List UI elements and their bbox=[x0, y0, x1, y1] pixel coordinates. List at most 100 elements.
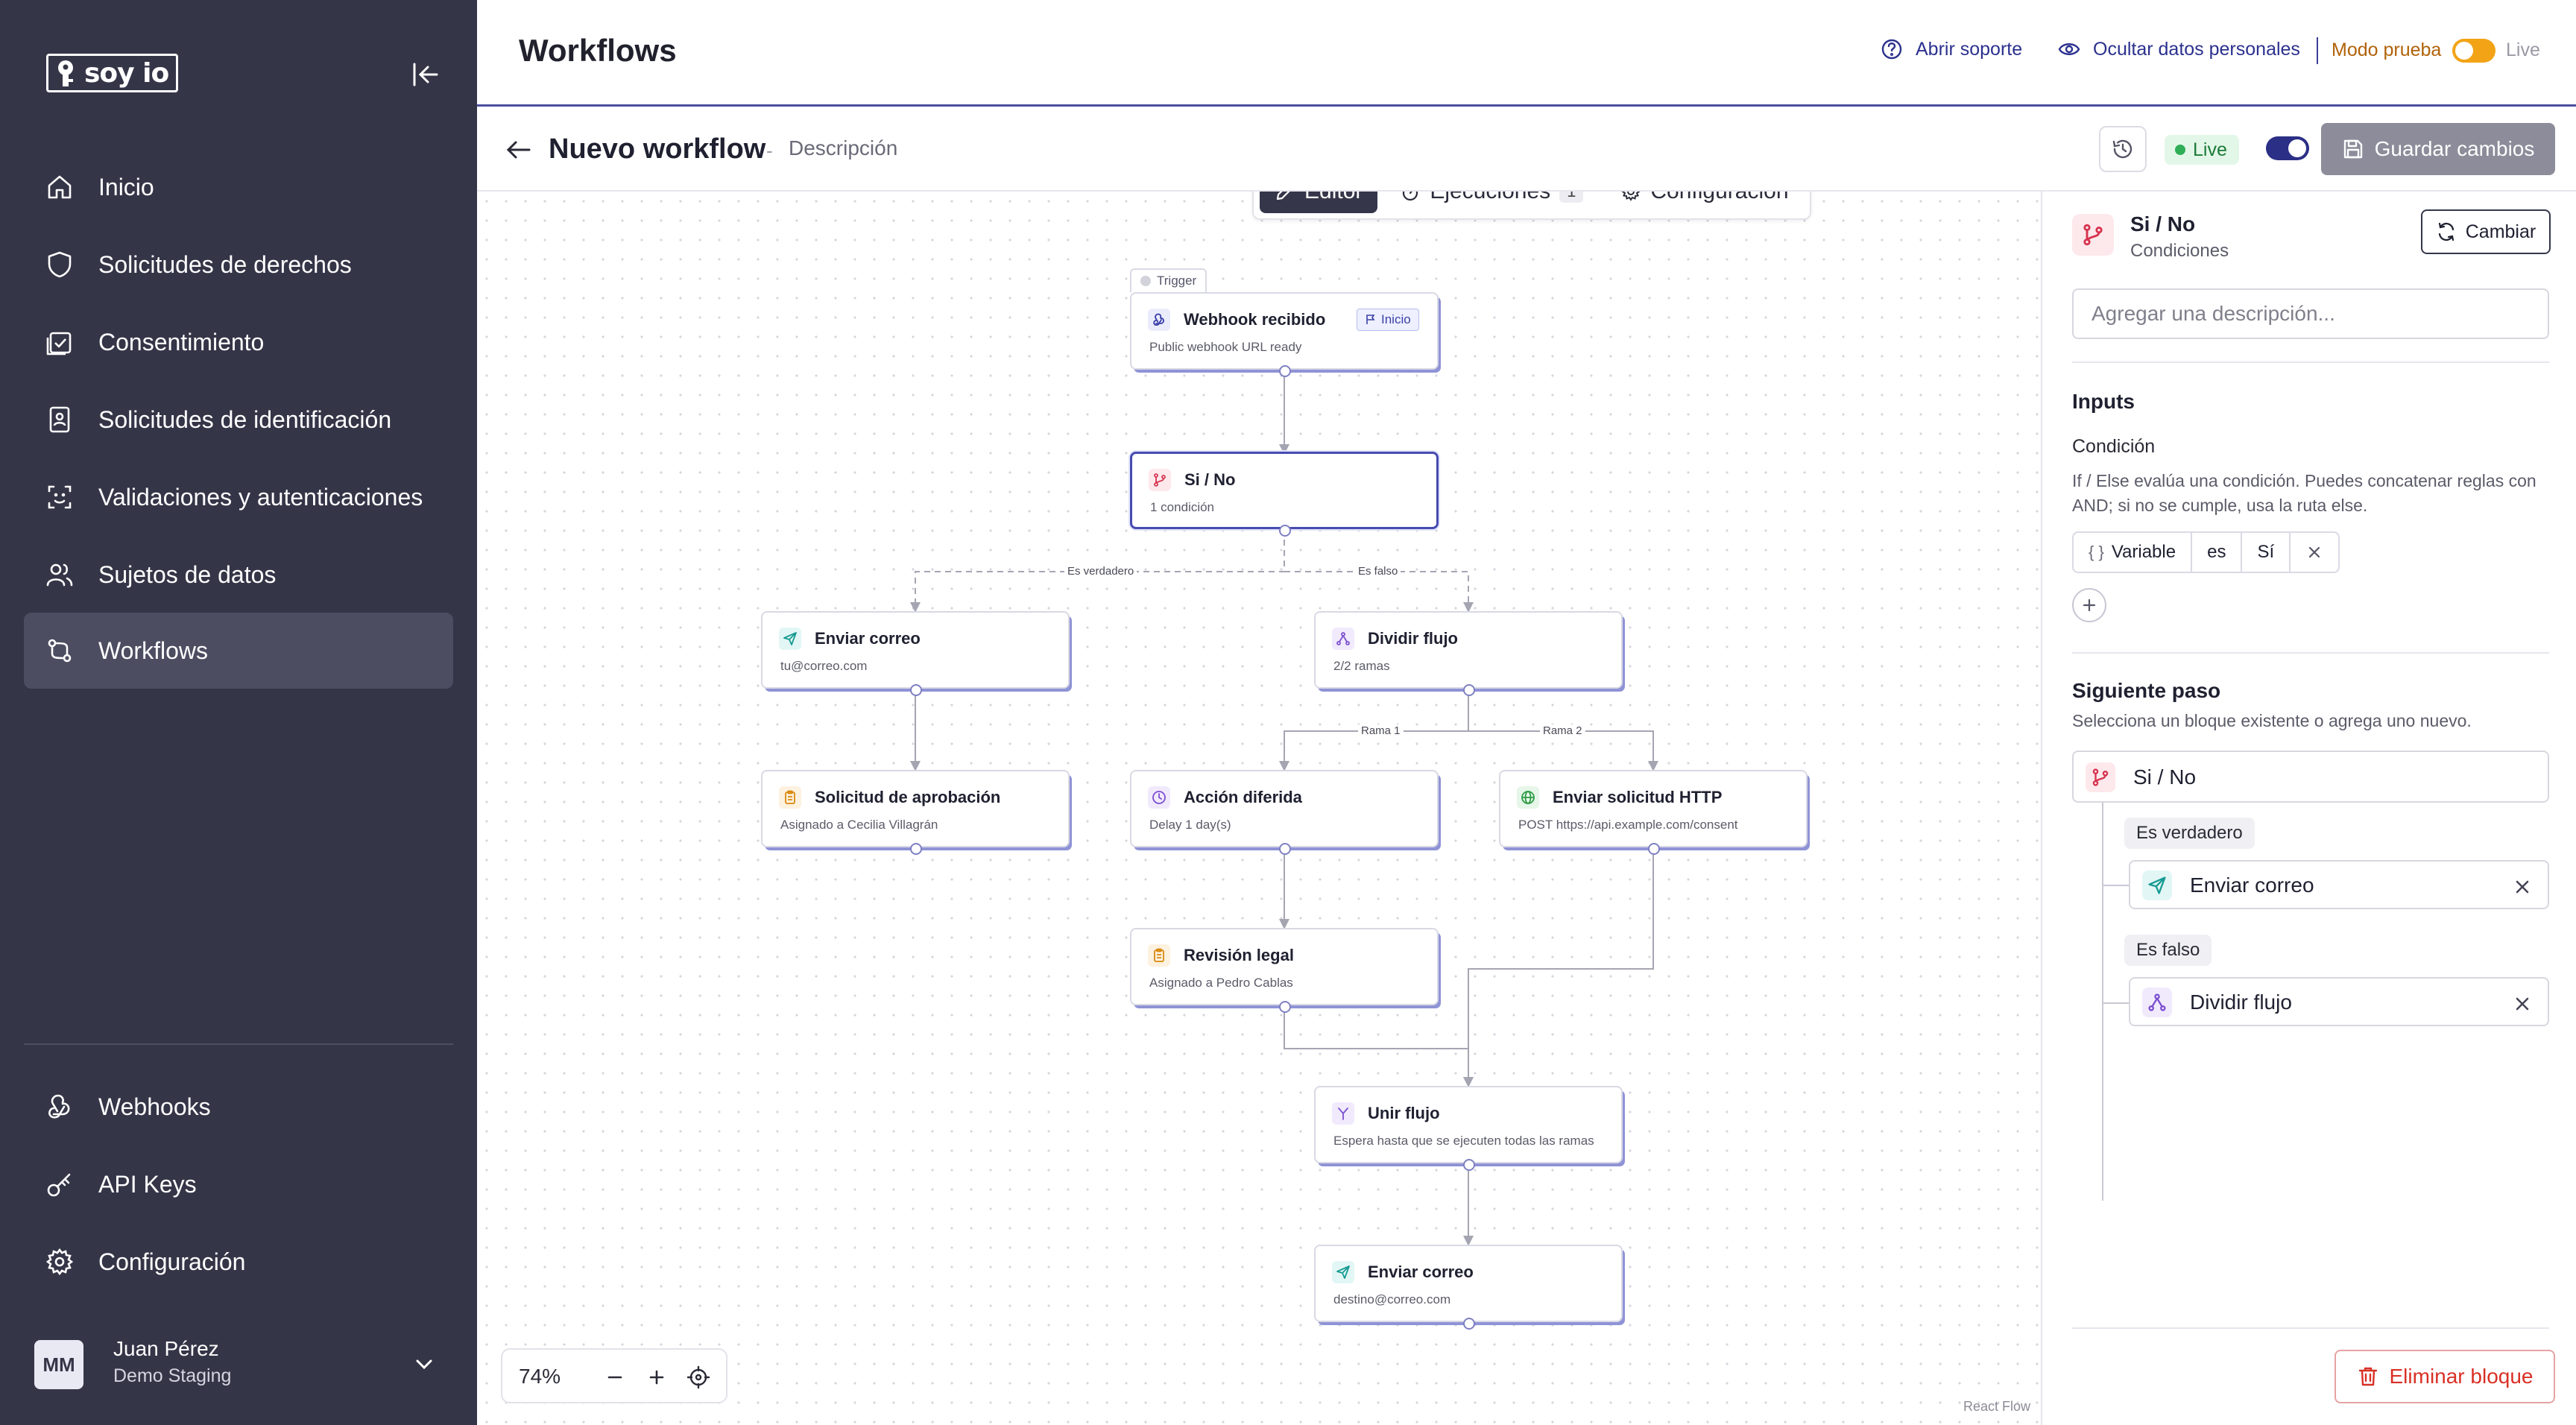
remove-false-step-icon[interactable] bbox=[2512, 993, 2533, 1014]
remove-condition-button[interactable] bbox=[2291, 533, 2338, 572]
current-step-box[interactable]: Si / No bbox=[2072, 751, 2549, 803]
next-step-help: Selecciona un bloque existente o agrega … bbox=[2072, 711, 2472, 730]
close-icon bbox=[2309, 546, 2320, 558]
node-handle-bottom[interactable] bbox=[910, 843, 922, 855]
nav-item-consentimiento[interactable]: Consentimiento bbox=[24, 304, 453, 380]
node-revision-legal[interactable]: Revisión legal Asignado a Pedro Cablas bbox=[1130, 928, 1439, 1013]
node-enviar-correo-destino[interactable]: Enviar correo destino@correo.com bbox=[1314, 1245, 1623, 1330]
condition-variable-select[interactable]: { } Variable bbox=[2074, 533, 2193, 572]
zoom-in-icon[interactable] bbox=[644, 1365, 669, 1390]
hide-personal-data-link[interactable]: Ocultar datos personales bbox=[2057, 37, 2300, 61]
users-icon bbox=[46, 563, 73, 587]
condition-operator-label: es bbox=[2207, 542, 2226, 562]
block-settings-panel: Si / No Condiciones Cambiar Inputs Condi… bbox=[2041, 192, 2576, 1425]
executions-count-badge: 1 bbox=[1559, 192, 1584, 203]
tree-connector bbox=[2102, 885, 2130, 886]
tab-ejecuciones[interactable]: Ejecuciones 1 bbox=[1385, 192, 1598, 213]
react-flow-attribution[interactable]: React Flow bbox=[1963, 1399, 2030, 1415]
node-webhook-recibido[interactable]: Webhook recibido Inicio Public webhook U… bbox=[1130, 292, 1439, 377]
send-icon bbox=[779, 628, 801, 650]
edge-legal-unir bbox=[1284, 1006, 1474, 1087]
change-block-button[interactable]: Cambiar bbox=[2421, 209, 2551, 254]
node-handle-bottom[interactable] bbox=[1279, 525, 1291, 537]
workflow-name[interactable]: Nuevo workflow bbox=[549, 133, 765, 165]
node-handle-bottom[interactable] bbox=[1279, 843, 1291, 855]
nav-item-webhooks[interactable]: Webhooks bbox=[24, 1069, 453, 1145]
node-si-no[interactable]: Si / No 1 condición bbox=[1130, 452, 1439, 537]
pencil-icon bbox=[1276, 192, 1290, 200]
fit-view-icon[interactable] bbox=[686, 1365, 711, 1390]
live-mode-label: Live bbox=[2506, 40, 2540, 60]
nav-item-solicitudes-derechos[interactable]: Solicitudes de derechos bbox=[24, 227, 453, 303]
remove-true-step-icon[interactable] bbox=[2512, 876, 2533, 897]
workflow-description[interactable]: Descripción bbox=[789, 136, 897, 160]
user-name: Juan Pérez bbox=[113, 1337, 219, 1360]
live-dot bbox=[2175, 145, 2185, 155]
chevron-down-icon[interactable] bbox=[411, 1352, 437, 1377]
test-mode-toggle[interactable] bbox=[2452, 39, 2496, 63]
calendar-check-icon bbox=[46, 332, 72, 356]
branch-icon bbox=[2086, 762, 2115, 792]
user-org: Demo Staging bbox=[113, 1365, 232, 1386]
node-accion-diferida[interactable]: Acción diferida Delay 1 day(s) bbox=[1130, 770, 1439, 855]
node-subtitle: Delay 1 day(s) bbox=[1149, 818, 1231, 832]
live-toggle[interactable] bbox=[2266, 136, 2309, 160]
true-branch-step[interactable]: Enviar correo bbox=[2129, 860, 2549, 909]
change-block-label: Cambiar bbox=[2465, 221, 2536, 242]
nav-item-validaciones[interactable]: Validaciones y autenticaciones bbox=[24, 459, 453, 535]
user-menu[interactable]: MM Juan Pérez Demo Staging bbox=[34, 1333, 443, 1400]
node-unir-flujo[interactable]: Unir flujo Espera hasta que se ejecuten … bbox=[1314, 1086, 1623, 1171]
topbar: Workflows Abrir soporte Ocultar datos pe… bbox=[477, 0, 2576, 107]
node-enviar-solicitud-http[interactable]: Enviar solicitud HTTP POST https://api.e… bbox=[1499, 770, 1808, 855]
node-enviar-correo[interactable]: Enviar correo tu@correo.com bbox=[761, 611, 1070, 696]
node-handle-bottom[interactable] bbox=[1463, 1318, 1475, 1330]
node-handle-bottom[interactable] bbox=[1279, 365, 1291, 377]
collapse-sidebar-icon[interactable] bbox=[408, 58, 441, 91]
delete-block-button[interactable]: Eliminar bloque bbox=[2334, 1350, 2555, 1403]
node-handle-bottom[interactable] bbox=[1279, 1001, 1291, 1013]
nav-item-api-keys[interactable]: API Keys bbox=[24, 1146, 453, 1222]
nav-item-inicio[interactable]: Inicio bbox=[24, 149, 453, 225]
back-arrow-icon[interactable] bbox=[504, 135, 534, 165]
node-subtitle: 1 condición bbox=[1150, 500, 1215, 514]
inputs-heading: Inputs bbox=[2072, 390, 2135, 413]
soyio-logo[interactable]: soy io bbox=[46, 54, 179, 92]
false-branch-step[interactable]: Dividir flujo bbox=[2129, 977, 2549, 1026]
tab-configuracion[interactable]: Configuración bbox=[1606, 192, 1803, 213]
node-handle-bottom[interactable] bbox=[1463, 684, 1475, 696]
current-step-label: Si / No bbox=[2133, 765, 2197, 789]
panel-subtitle: Condiciones bbox=[2130, 241, 2229, 261]
block-description-input[interactable] bbox=[2072, 288, 2549, 339]
node-handle-bottom[interactable] bbox=[1648, 843, 1660, 855]
gear-icon bbox=[1621, 192, 1641, 201]
node-dividir-flujo[interactable]: Dividir flujo 2/2 ramas bbox=[1314, 611, 1623, 696]
nav-item-solicitudes-identificacion[interactable]: Solicitudes de identificación bbox=[24, 382, 453, 458]
add-condition-button[interactable] bbox=[2072, 588, 2106, 622]
zoom-out-icon[interactable] bbox=[602, 1365, 628, 1390]
tab-editor[interactable]: Editor bbox=[1260, 192, 1378, 213]
edge-http-unir bbox=[1463, 847, 1654, 1087]
history-icon bbox=[2112, 139, 2133, 159]
tree-connector bbox=[2102, 803, 2103, 1201]
condition-operator-select[interactable]: es bbox=[2192, 533, 2243, 572]
false-branch-step-label: Dividir flujo bbox=[2190, 990, 2292, 1014]
clock-icon bbox=[1148, 786, 1170, 809]
support-link[interactable]: Abrir soporte bbox=[1880, 37, 2022, 61]
condition-value-select[interactable]: Sí bbox=[2242, 533, 2291, 572]
save-changes-button[interactable]: Guardar cambios bbox=[2321, 123, 2555, 175]
node-handle-bottom[interactable] bbox=[1463, 1159, 1475, 1171]
node-handle-bottom[interactable] bbox=[910, 684, 922, 696]
nav-item-workflows[interactable]: Workflows bbox=[24, 613, 453, 689]
nav-item-sujetos[interactable]: Sujetos de datos bbox=[24, 537, 453, 613]
zoom-controls: 74% bbox=[501, 1348, 727, 1403]
trash-icon bbox=[2358, 1367, 2377, 1386]
history-button[interactable] bbox=[2099, 126, 2147, 172]
nav-item-configuracion[interactable]: Configuración bbox=[24, 1224, 453, 1300]
branch-icon bbox=[1149, 469, 1171, 491]
workflow-canvas[interactable]: Es verdadero Es falso Rama 1 Rama 2 Trig… bbox=[477, 192, 2041, 1425]
condition-help-text: If / Else evalúa una condición. Puedes c… bbox=[2072, 471, 2536, 515]
edge-label-rama1: Rama 1 bbox=[1358, 724, 1404, 737]
node-subtitle: POST https://api.example.com/consent bbox=[1518, 818, 1738, 832]
node-solicitud-aprobacion[interactable]: Solicitud de aprobación Asignado a Cecil… bbox=[761, 770, 1070, 855]
node-title: Dividir flujo bbox=[1368, 629, 1458, 648]
